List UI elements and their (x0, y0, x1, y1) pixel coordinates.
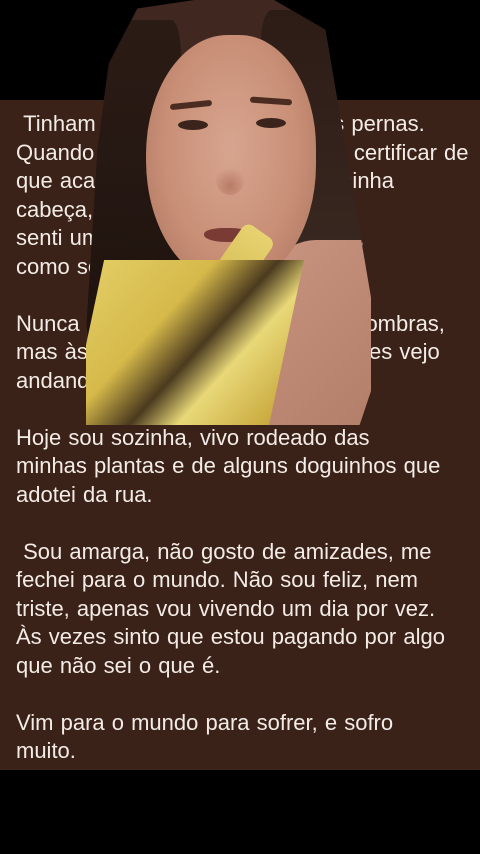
selfie-video-overlay (86, 0, 371, 425)
left-eye (178, 120, 208, 130)
right-eye (256, 118, 286, 128)
bottom-letterbox (0, 770, 480, 854)
floral-dress (86, 260, 305, 425)
nose (216, 165, 244, 195)
